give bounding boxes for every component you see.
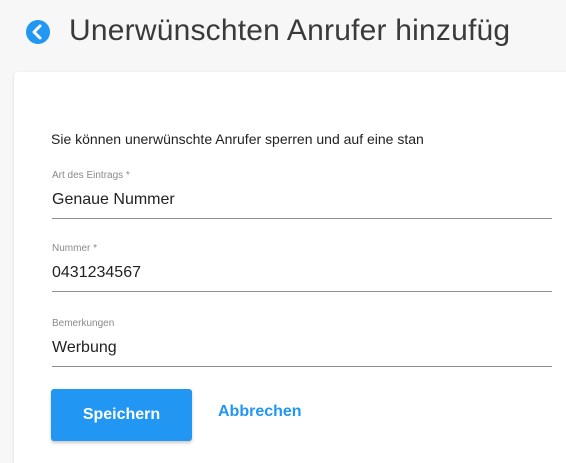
remarks-label: Bemerkungen bbox=[52, 318, 115, 329]
remarks-underline bbox=[52, 366, 552, 367]
page-title: Unerwünschten Anrufer hinzufüg bbox=[69, 14, 511, 47]
number-input[interactable]: 0431234567 bbox=[52, 264, 141, 282]
remarks-input[interactable]: Werbung bbox=[52, 339, 117, 357]
chevron-left-icon bbox=[32, 24, 42, 40]
back-button[interactable] bbox=[26, 20, 50, 44]
number-underline bbox=[52, 291, 552, 292]
number-label: Nummer * bbox=[52, 243, 98, 254]
page: Unerwünschten Anrufer hinzufüg Sie könne… bbox=[0, 0, 566, 463]
header: Unerwünschten Anrufer hinzufüg bbox=[0, 0, 566, 72]
entry-type-label: Art des Eintrags * bbox=[52, 170, 130, 181]
save-button[interactable]: Speichern bbox=[51, 389, 192, 441]
entry-type-select[interactable]: Genaue Nummer bbox=[52, 191, 175, 209]
cancel-button[interactable]: Abbrechen bbox=[218, 403, 302, 421]
intro-text: Sie können unerwünschte Anrufer sperren … bbox=[51, 131, 424, 147]
entry-type-underline bbox=[52, 218, 552, 219]
